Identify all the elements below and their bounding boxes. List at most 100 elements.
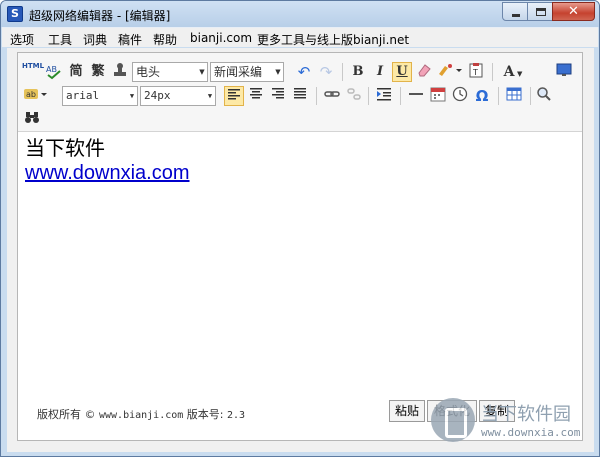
font-size-value: 24px — [144, 89, 171, 102]
stamp-button[interactable] — [110, 62, 130, 82]
app-icon: S — [7, 6, 23, 22]
spell-language-button[interactable]: ab — [22, 86, 50, 106]
align-right-icon — [272, 88, 284, 99]
traditional-chinese-button[interactable]: 繁 — [88, 62, 108, 82]
align-right-button[interactable] — [268, 86, 288, 106]
svg-text:ab: ab — [26, 90, 36, 99]
insert-time-button[interactable] — [450, 86, 470, 106]
minimize-icon — [512, 14, 520, 17]
bold-button[interactable]: B — [348, 62, 368, 82]
chevron-down-icon: ▼ — [129, 92, 135, 100]
chevron-down-icon: ▼ — [514, 69, 523, 78]
maximize-icon — [536, 8, 546, 16]
link-icon — [324, 91, 340, 97]
insert-table-button[interactable] — [504, 86, 524, 106]
table-icon — [506, 87, 522, 101]
copyright-label: 版权所有 © — [37, 408, 96, 421]
watermark: 当下软件园 www.downxia.com — [425, 396, 595, 446]
calendar-icon — [430, 87, 446, 102]
footer-site: www.bianji.com — [99, 410, 184, 421]
close-button[interactable]: ✕ — [552, 2, 595, 21]
maximize-button[interactable] — [527, 2, 553, 21]
align-left-button[interactable] — [224, 86, 244, 106]
footer-info: 版权所有 © www.bianji.com 版本号: 2.3 — [37, 406, 245, 422]
minimize-button[interactable] — [502, 2, 528, 21]
align-center-button[interactable] — [246, 86, 266, 106]
document-link[interactable]: www.downxia.com — [25, 161, 565, 185]
underline-button[interactable]: U — [392, 62, 412, 82]
align-justify-button[interactable] — [290, 86, 310, 106]
watermark-logo-icon — [431, 398, 475, 442]
app-window: S 超级网络编辑器 - [编辑器] ✕ 选项 工具 词典 稿件 帮助 bianj… — [0, 0, 600, 457]
version-label: 版本号: — [186, 408, 224, 421]
menu-options[interactable]: 选项 — [10, 31, 34, 48]
insert-date-button[interactable] — [428, 86, 448, 106]
document-text-line: 当下软件 — [25, 136, 105, 160]
style-select[interactable]: 电头 ▼ — [132, 62, 208, 82]
unlink-icon — [347, 88, 361, 100]
fullscreen-button[interactable] — [554, 62, 574, 82]
horizontal-rule-icon — [409, 93, 423, 95]
indent-icon — [377, 88, 391, 101]
menu-tools[interactable]: 工具 — [48, 31, 72, 48]
undo-button[interactable]: ↶ — [294, 62, 314, 82]
magnifier-icon — [537, 87, 551, 101]
unlink-button[interactable] — [344, 86, 364, 106]
menu-dictionary[interactable]: 词典 — [83, 31, 107, 48]
special-char-button[interactable]: Ω — [472, 86, 492, 106]
paste-icon: T — [469, 63, 483, 78]
font-color-button[interactable]: A ▼ — [498, 62, 528, 82]
editor-content[interactable]: 当下软件 www.downxia.com — [25, 135, 565, 185]
watermark-url: www.downxia.com — [481, 426, 581, 439]
stamp-icon — [114, 63, 126, 76]
toolbar-separator — [368, 87, 369, 105]
chevron-down-icon: ▼ — [199, 68, 205, 76]
abc-icon: ab — [24, 89, 47, 99]
redo-button[interactable]: ↷ — [316, 62, 336, 82]
align-left-icon — [228, 89, 240, 100]
watermark-title: 当下软件园 — [481, 404, 571, 425]
menu-bar: 选项 工具 词典 稿件 帮助 bianji.com 更多工具与线上版bianji… — [2, 27, 598, 47]
close-icon: ✕ — [568, 4, 579, 19]
preview-button[interactable] — [534, 86, 554, 106]
client-area: HTML AB 简 繁 电头 ▼ 新闻采编 ▼ ↶ ↷ B I U T A ▼ … — [7, 48, 594, 452]
style-select-value: 电头 — [136, 65, 161, 79]
link-button[interactable] — [322, 86, 342, 106]
template-select[interactable]: 新闻采编 ▼ — [210, 62, 284, 82]
paste-text-button[interactable]: T — [466, 62, 486, 82]
svg-text:AB: AB — [46, 65, 57, 74]
undo-icon: ↶ — [297, 63, 311, 81]
redo-icon: ↷ — [319, 63, 333, 81]
align-justify-icon — [294, 88, 306, 99]
font-family-select[interactable]: arial ▼ — [62, 86, 138, 106]
spellcheck-button[interactable]: AB — [44, 62, 64, 82]
simplified-chinese-button[interactable]: 简 — [66, 62, 86, 82]
font-size-select[interactable]: 24px ▼ — [140, 86, 216, 106]
html-source-button[interactable]: HTML — [22, 62, 44, 82]
clock-icon — [452, 86, 468, 102]
italic-button[interactable]: I — [370, 62, 390, 82]
menu-manuscript[interactable]: 稿件 — [118, 31, 142, 48]
chevron-down-icon: ▼ — [207, 92, 213, 100]
font-color-icon: A — [503, 64, 515, 80]
title-bar[interactable]: S 超级网络编辑器 - [编辑器] ✕ — [1, 1, 599, 27]
toolbar-separator — [342, 63, 343, 81]
window-title: 超级网络编辑器 - [编辑器] — [29, 9, 171, 23]
menu-bianji-com[interactable]: bianji.com — [190, 31, 252, 45]
menu-more-tools[interactable]: 更多工具与线上版bianji.net — [257, 31, 409, 48]
horizontal-rule-button[interactable] — [406, 86, 426, 106]
editor-frame: HTML AB 简 繁 电头 ▼ 新闻采编 ▼ ↶ ↷ B I U T A ▼ … — [17, 52, 583, 441]
version-value: 2.3 — [227, 410, 246, 421]
eraser-button[interactable] — [414, 62, 434, 82]
paste-button[interactable]: 粘贴 — [389, 400, 425, 422]
toolbar-separator — [530, 87, 531, 105]
find-replace-button[interactable] — [22, 109, 42, 129]
indent-button[interactable] — [374, 86, 394, 106]
toolbar-separator — [492, 63, 493, 81]
template-select-value: 新闻采编 — [214, 65, 263, 79]
monitor-icon — [556, 63, 572, 76]
menu-help[interactable]: 帮助 — [153, 31, 177, 48]
format-painter-button[interactable] — [436, 62, 464, 82]
svg-text:T: T — [472, 68, 478, 77]
toolbar-separator — [400, 87, 401, 105]
